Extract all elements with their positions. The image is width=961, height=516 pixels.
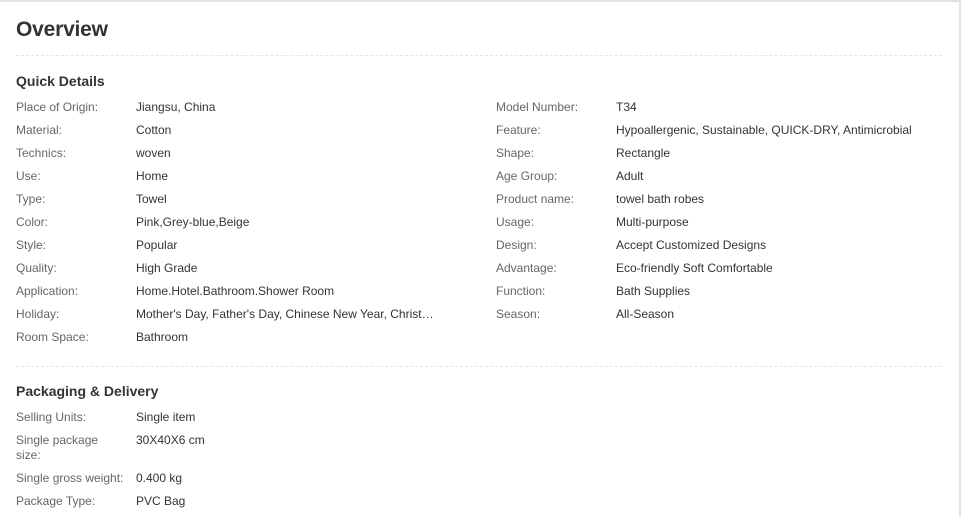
detail-label: Season: xyxy=(496,307,541,321)
detail-label: Selling Units: xyxy=(16,410,87,424)
detail-value: Bathroom xyxy=(136,330,189,344)
detail-label: Color: xyxy=(16,215,49,229)
packaging-delivery-heading: Packaging & Delivery xyxy=(16,383,159,399)
detail-value: woven xyxy=(136,146,171,160)
detail-label: Single gross weight: xyxy=(16,471,124,485)
detail-value: All-Season xyxy=(616,307,675,321)
detail-label: Room Space: xyxy=(16,330,89,344)
detail-label: Material: xyxy=(16,123,63,137)
detail-value: PVC Bag xyxy=(136,494,186,508)
detail-label: Single package size: xyxy=(16,433,99,462)
detail-value: Multi-purpose xyxy=(616,215,689,229)
detail-label: Advantage: xyxy=(496,261,557,275)
detail-value: Eco-friendly Soft Comfortable xyxy=(616,261,773,275)
overview-page: Overview Quick Details Place of Origin: … xyxy=(0,0,961,516)
title-divider xyxy=(16,55,942,56)
detail-label: Style: xyxy=(16,238,47,252)
detail-label: Function: xyxy=(496,284,546,298)
detail-value: Rectangle xyxy=(616,146,671,160)
detail-label: Package Type: xyxy=(16,494,96,508)
detail-label: Usage: xyxy=(496,215,535,229)
detail-label: Quality: xyxy=(16,261,57,275)
detail-value: Single item xyxy=(136,410,196,424)
detail-value: Mother's Day, Father's Day, Chinese New … xyxy=(136,307,436,321)
detail-value: 30X40X6 cm xyxy=(136,433,205,447)
detail-label: Use: xyxy=(16,169,41,183)
detail-value: Adult xyxy=(616,169,644,183)
detail-value: towel bath robes xyxy=(616,192,705,206)
detail-label: Technics: xyxy=(16,146,67,160)
detail-value: Hypoallergenic, Sustainable, QUICK-DRY, … xyxy=(616,123,912,137)
detail-label: Place of Origin: xyxy=(16,100,99,114)
detail-value: Pink,Grey-blue,Beige xyxy=(136,215,250,229)
detail-value: Towel xyxy=(136,192,167,206)
detail-value: Bath Supplies xyxy=(616,284,691,298)
detail-label: Product name: xyxy=(496,192,575,206)
detail-label: Application: xyxy=(16,284,79,298)
detail-label: Design: xyxy=(496,238,537,252)
page-title: Overview xyxy=(16,18,108,41)
detail-value: Home xyxy=(136,169,169,183)
detail-value: T34 xyxy=(616,100,637,114)
quick-details-heading: Quick Details xyxy=(16,73,105,89)
detail-label: Holiday: xyxy=(16,307,60,321)
detail-value: Home.Hotel.Bathroom.Shower Room xyxy=(136,284,335,298)
detail-label: Feature: xyxy=(496,123,541,137)
detail-value: High Grade xyxy=(136,261,198,275)
section-divider xyxy=(16,366,942,367)
detail-label: Model Number: xyxy=(496,100,579,114)
detail-value: Cotton xyxy=(136,123,172,137)
detail-value: 0.400 kg xyxy=(136,471,183,485)
detail-label: Age Group: xyxy=(496,169,558,183)
detail-label: Shape: xyxy=(496,146,535,160)
detail-value: Jiangsu, China xyxy=(136,100,216,114)
detail-value: Popular xyxy=(136,238,178,252)
detail-label: Type: xyxy=(16,192,46,206)
detail-value: Accept Customized Designs xyxy=(616,238,767,252)
